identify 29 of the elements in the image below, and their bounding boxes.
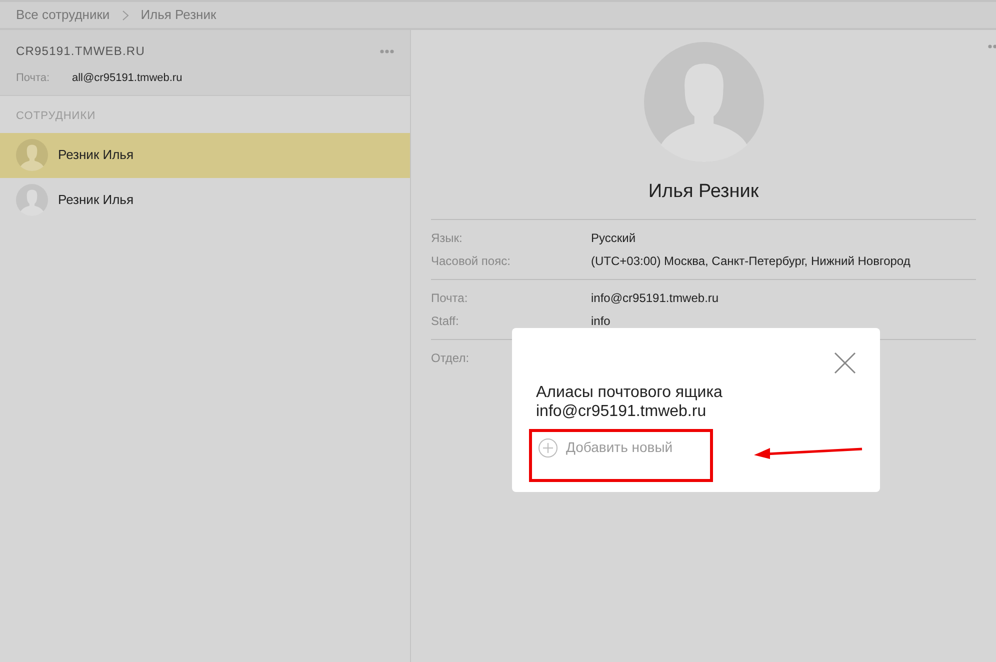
field-value: (UTC+03:00) Москва, Санкт-Петербург, Нижний Новгород: [591, 252, 910, 270]
add-alias-button[interactable]: Добавить новый: [538, 437, 673, 458]
employee-item[interactable]: Резник Илья: [0, 132, 410, 178]
domain-title: CR95191.TMWEB.RU: [16, 43, 145, 60]
employee-item[interactable]: Резник Илья: [0, 178, 410, 222]
close-icon: [834, 352, 856, 374]
mail-label: Почта:: [16, 71, 51, 86]
field-label: Почта:: [431, 290, 469, 306]
avatar-icon: [16, 139, 48, 171]
field-label: Отдел:: [431, 350, 470, 366]
mail-value: all@cr95191.tmweb.ru: [72, 71, 182, 86]
section-heading: СОТРУДНИКИ: [15, 109, 97, 124]
avatar-icon: [16, 184, 48, 216]
more-icon[interactable]: [380, 48, 394, 54]
chevron-icon: [122, 10, 129, 20]
profile-name: Илья Резник: [648, 180, 759, 204]
field-value: info@cr95191.tmweb.ru: [591, 290, 719, 306]
plus-icon: [538, 438, 558, 458]
breadcrumb-link[interactable]: Илья Резник: [140, 5, 216, 25]
breadcrumb-link[interactable]: Все сотрудники: [16, 5, 110, 25]
field-label: Часовой пояс:: [431, 252, 512, 270]
avatar-icon: [644, 42, 764, 162]
field-value: info: [591, 312, 610, 330]
dialog-title: Алиасы почтового ящика: [536, 383, 724, 402]
field-label: Staff:: [431, 312, 460, 330]
field-value: Русский: [591, 230, 636, 246]
field-label: Язык:: [431, 230, 464, 246]
close-button[interactable]: [834, 352, 856, 374]
dialog-subtitle: info@cr95191.tmweb.ru: [536, 402, 708, 421]
